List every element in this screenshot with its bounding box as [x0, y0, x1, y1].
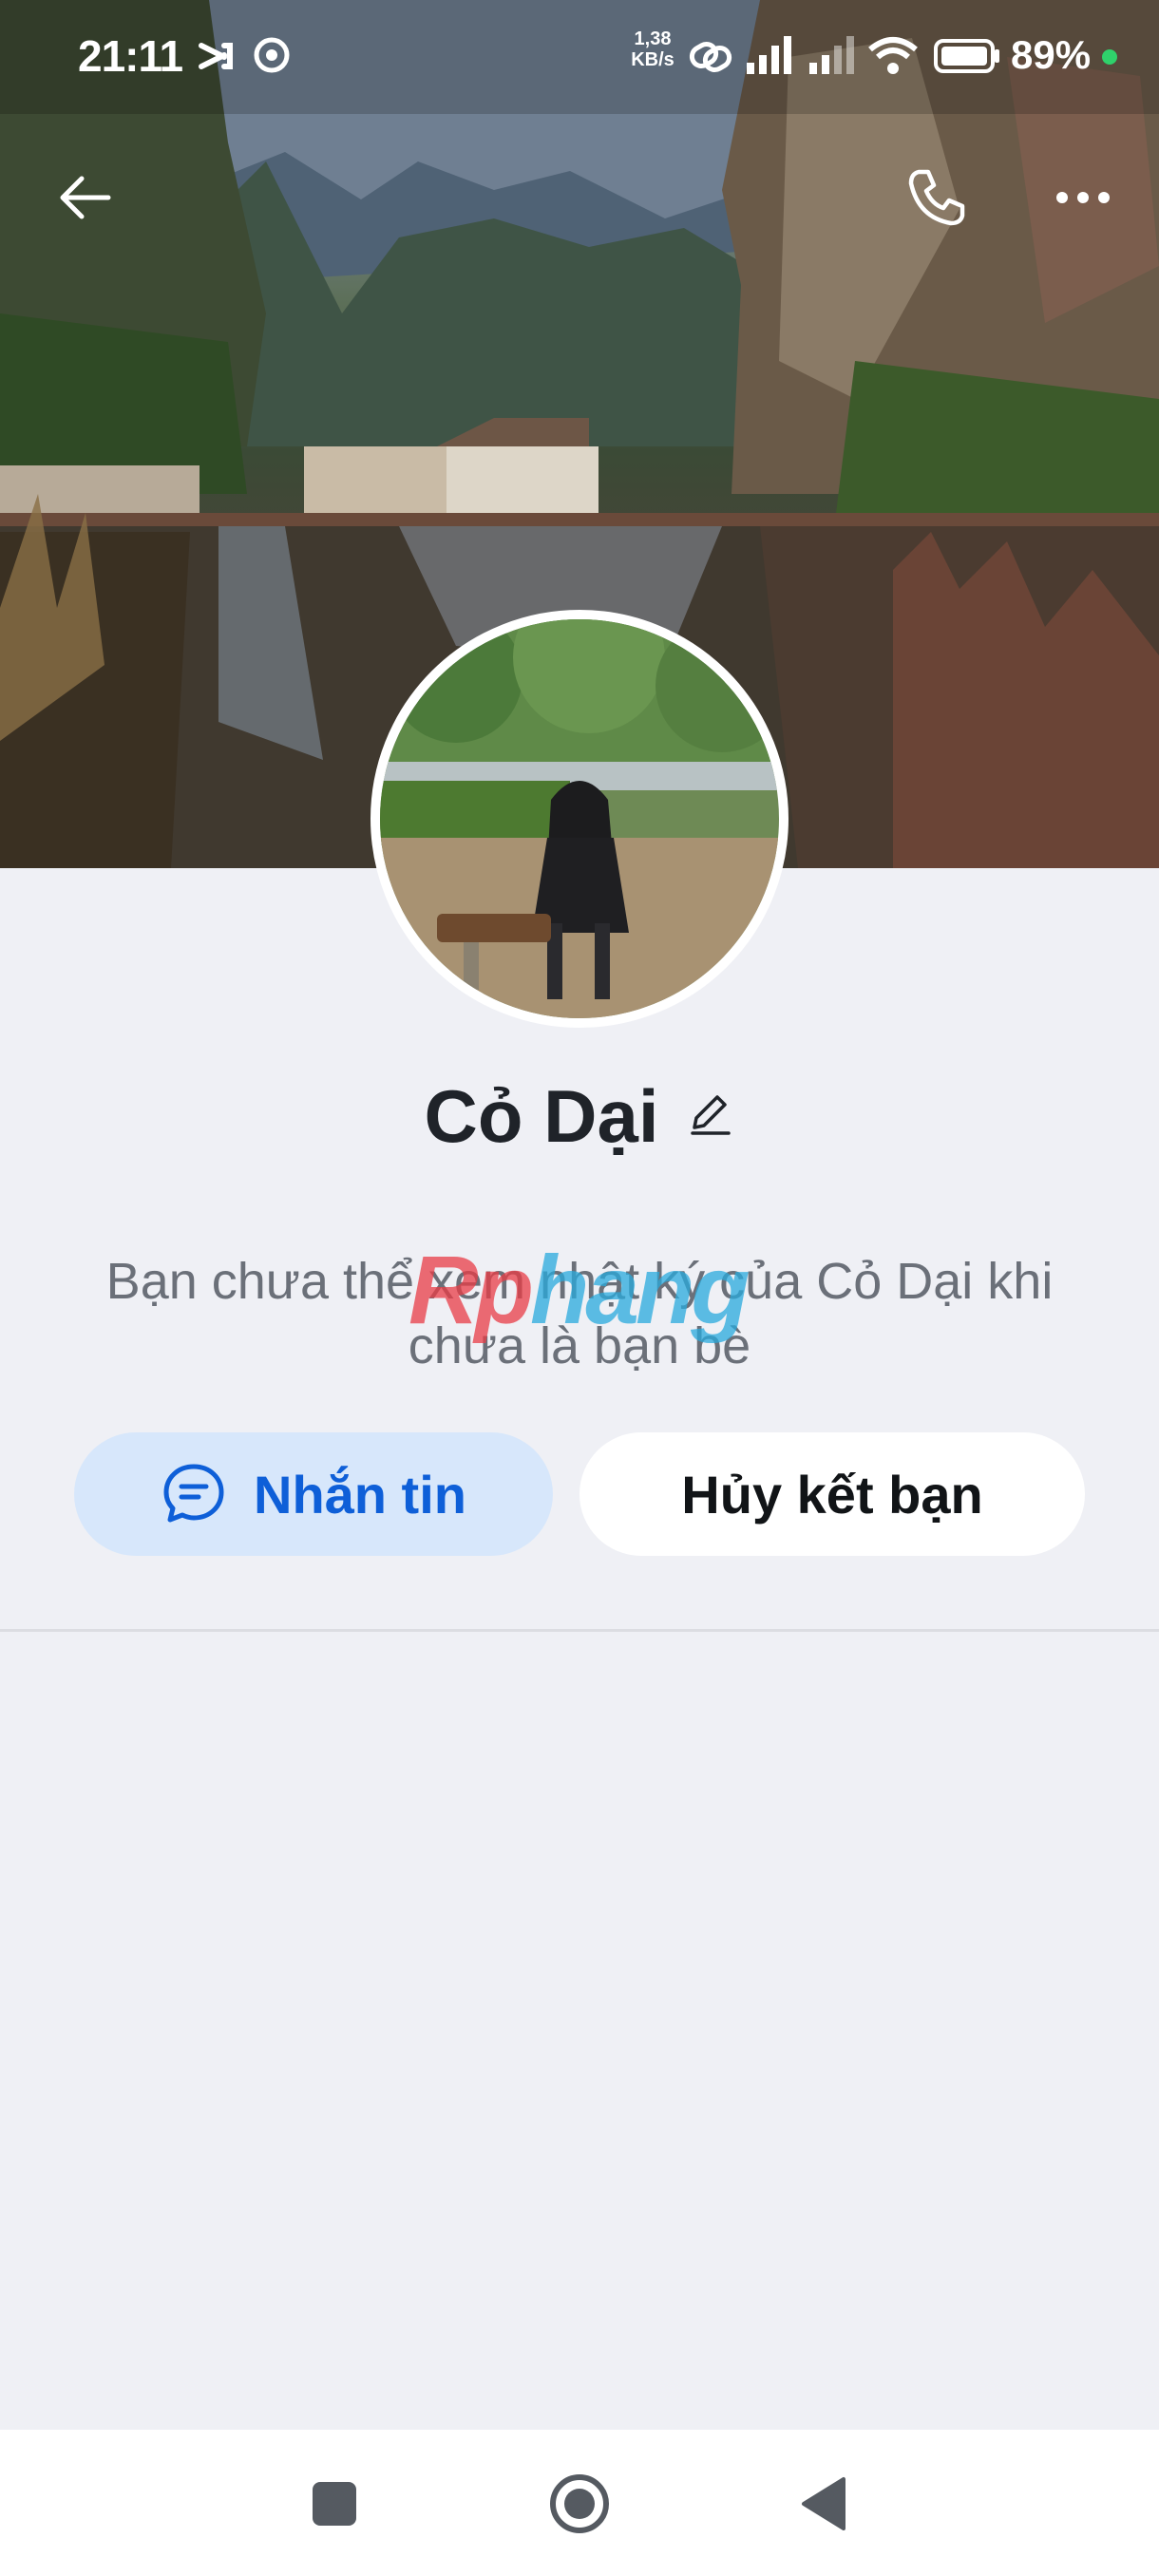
chat-bubble-icon — [161, 1461, 227, 1527]
status-time: 21:11 — [78, 31, 183, 81]
navigation-bar — [0, 2430, 1159, 2576]
home-icon — [548, 2472, 611, 2540]
back-button[interactable] — [48, 161, 124, 237]
avatar[interactable] — [370, 610, 788, 1028]
charging-dot — [1102, 49, 1117, 65]
chrome-icon — [253, 36, 291, 79]
back-icon — [798, 2475, 847, 2537]
back-arrow-icon — [55, 167, 116, 233]
wifi-icon — [866, 36, 920, 81]
capcut-icon — [196, 36, 236, 81]
message-button[interactable]: Nhắn tin — [74, 1432, 553, 1556]
call-button[interactable] — [899, 161, 975, 237]
profile-name: Cỏ Dại — [424, 1074, 659, 1158]
home-button[interactable] — [542, 2468, 618, 2544]
watermark-part1: Rp — [408, 1236, 534, 1344]
signal-icon — [808, 36, 857, 81]
net-speed-value: 1,38 — [634, 28, 672, 49]
system-back-button[interactable] — [785, 2468, 861, 2544]
phone-icon — [905, 166, 968, 234]
profile-name-row: Cỏ Dại — [0, 1073, 1159, 1160]
more-button[interactable] — [1045, 161, 1121, 237]
battery-percent: 89% — [1011, 32, 1092, 77]
signal-icon — [745, 36, 794, 81]
net-speed: 1,38 KB/s — [627, 28, 678, 70]
divider — [0, 1629, 1159, 1632]
battery-icon — [933, 36, 1001, 81]
recents-icon — [311, 2480, 358, 2532]
unfriend-button[interactable]: Hủy kết bạn — [580, 1432, 1085, 1556]
edit-name-button[interactable] — [684, 1091, 735, 1143]
status-bar: 21:11 1,38 KB/s 89% — [0, 0, 1159, 114]
unfriend-button-label: Hủy kết bạn — [681, 1464, 983, 1525]
watermark-logo: Rphang — [408, 1235, 750, 1346]
more-icon — [1054, 188, 1112, 212]
recents-button[interactable] — [296, 2468, 372, 2544]
net-speed-unit: KB/s — [631, 49, 674, 70]
watermark-part2: hang — [529, 1236, 750, 1344]
message-button-label: Nhắn tin — [254, 1464, 466, 1525]
link-icon — [688, 36, 733, 81]
pencil-icon — [687, 1091, 732, 1142]
